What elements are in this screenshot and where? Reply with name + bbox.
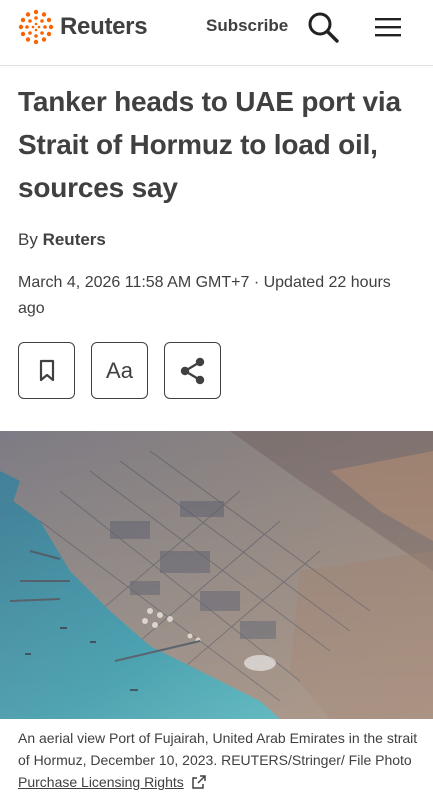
site-header: Reuters Subscribe	[0, 0, 433, 66]
photo-caption: An aerial view Port of Fujairah, United …	[18, 727, 418, 793]
author-link[interactable]: Reuters	[43, 230, 106, 249]
hamburger-menu-icon	[375, 17, 401, 36]
subscribe-button[interactable]: Subscribe	[206, 16, 288, 36]
bookmark-icon	[39, 359, 54, 381]
text-size-button[interactable]: Aa	[91, 342, 148, 399]
byline-prefix: By	[18, 230, 38, 249]
brand-name: Reuters	[60, 13, 148, 40]
search-icon	[308, 12, 339, 43]
caption-text: An aerial view Port of Fujairah, United …	[18, 730, 418, 768]
share-button[interactable]	[164, 342, 221, 399]
share-icon	[180, 357, 204, 384]
menu-button[interactable]	[370, 10, 406, 46]
article-photo[interactable]	[0, 431, 433, 719]
bookmark-button[interactable]	[18, 342, 75, 399]
byline: By Reuters	[18, 230, 106, 250]
search-button[interactable]	[305, 10, 341, 46]
aerial-port-image	[0, 431, 433, 719]
reuters-logo[interactable]: Reuters	[18, 9, 148, 45]
article-tools: Aa	[18, 342, 221, 399]
text-size-label: Aa	[106, 357, 133, 383]
reuters-logo-icon	[18, 9, 54, 45]
dateline: March 4, 2026 11:58 AM GMT+7 · Updated 2…	[18, 274, 391, 317]
purchase-licensing-link[interactable]: Purchase Licensing Rights	[18, 774, 184, 790]
external-link-icon[interactable]	[191, 774, 207, 790]
article-headline: Tanker heads to UAE port via Strait of H…	[18, 86, 401, 203]
